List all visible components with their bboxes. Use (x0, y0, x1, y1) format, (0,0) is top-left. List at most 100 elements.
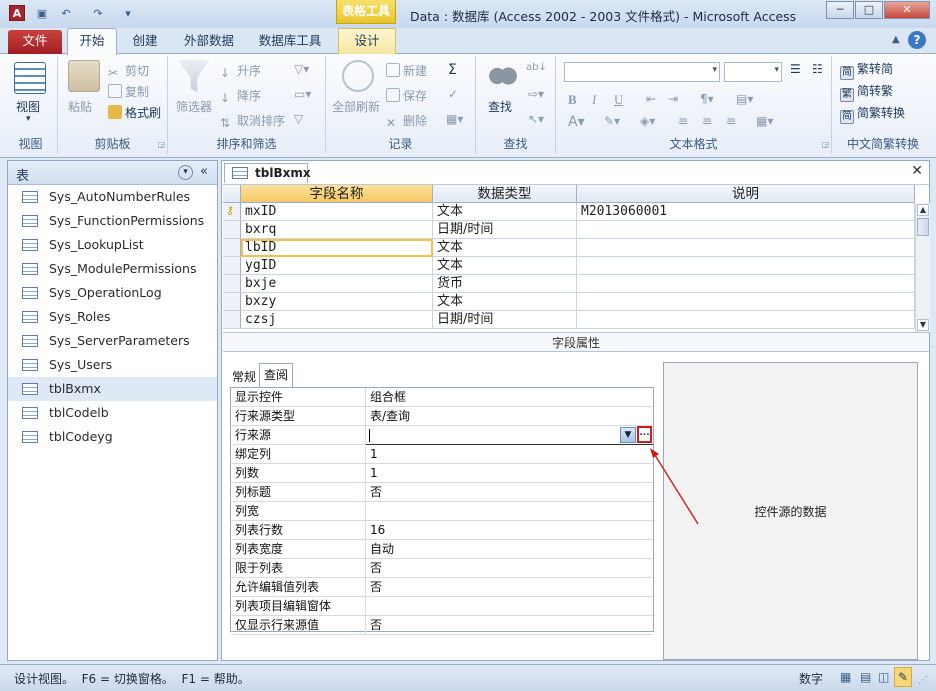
toggle-filter-icon[interactable]: ▽ (294, 112, 303, 126)
property-value[interactable] (366, 597, 653, 616)
pivotchart-view-icon[interactable]: ◫ (878, 670, 889, 684)
property-value[interactable]: 1 (366, 445, 653, 464)
find-button[interactable]: 查找 (488, 98, 512, 115)
cell-type[interactable]: 文本 (433, 293, 577, 311)
text-highlight-icon[interactable]: ✎▾ (604, 114, 620, 128)
nav-header[interactable]: 表 ▾ « (8, 161, 217, 185)
row-selector[interactable] (223, 275, 241, 293)
chevron-down-icon[interactable]: ▾ (712, 65, 717, 75)
cell-desc[interactable] (577, 221, 915, 239)
replace-icon[interactable]: ab↓ (526, 62, 547, 73)
copy-button[interactable]: 复制 (108, 83, 149, 100)
font-color-icon[interactable]: A▾ (568, 114, 585, 130)
design-view-icon[interactable]: ✎ (894, 667, 912, 687)
align-center-icon[interactable]: ≡ (702, 114, 712, 128)
cell-name[interactable]: bxje (241, 275, 433, 293)
underline-button[interactable]: U (614, 92, 623, 108)
refresh-all-button[interactable]: 全部刷新 (332, 98, 380, 115)
property-value[interactable]: 自动 (366, 540, 653, 559)
nav-item-sys-modulepermissions[interactable]: Sys_ModulePermissions (8, 257, 217, 281)
clear-sort-button[interactable]: ⇅ 取消排序 (220, 112, 285, 130)
more-records-icon[interactable]: ▦▾ (446, 112, 463, 126)
selection-filter-icon[interactable]: ▽▾ (294, 62, 309, 76)
view-dropdown-icon[interactable]: ▾ (26, 114, 31, 124)
row-selector[interactable] (223, 221, 241, 239)
undo-icon[interactable]: ↶ (58, 6, 74, 22)
cell-desc[interactable] (577, 239, 915, 257)
col-header-data-type[interactable]: 数据类型 (433, 185, 577, 203)
ltr-icon[interactable]: ¶▾ (700, 92, 714, 106)
grid-scrollbar[interactable]: ▲ ▼ (915, 203, 930, 333)
property-value[interactable] (366, 502, 653, 521)
advanced-filter-icon[interactable]: ▭▾ (294, 87, 311, 101)
to-simplified-button[interactable]: 简繁转简 (840, 60, 893, 80)
paste-button[interactable]: 粘贴 (68, 98, 92, 115)
tab-lookup[interactable]: 查阅 (259, 363, 293, 387)
property-value[interactable]: 1 (366, 464, 653, 483)
chevron-down-icon[interactable]: ▾ (774, 65, 779, 75)
select-icon[interactable]: ↖▾ (528, 112, 544, 126)
nav-item-sys-autonumberrules[interactable]: Sys_AutoNumberRules (8, 185, 217, 209)
cell-name[interactable]: lbID (241, 239, 433, 257)
nav-item-sys-roles[interactable]: Sys_Roles (8, 305, 217, 329)
cell-name[interactable]: ygID (241, 257, 433, 275)
minimize-button[interactable]: ─ (826, 1, 854, 19)
convert-button[interactable]: 简简繁转换 (840, 104, 905, 124)
tab-design[interactable]: 设计 (338, 28, 396, 54)
close-button[interactable]: ✕ (884, 1, 930, 19)
format-painter-button[interactable]: 格式刷 (108, 104, 161, 121)
nav-item-sys-serverparameters[interactable]: Sys_ServerParameters (8, 329, 217, 353)
gridlines-icon[interactable]: ▦▾ (756, 114, 773, 128)
access-app-icon[interactable]: A (9, 5, 25, 21)
row-selector[interactable] (223, 311, 241, 329)
cell-type[interactable]: 文本 (433, 239, 577, 257)
font-name-combo[interactable]: ▾ (564, 62, 720, 82)
maximize-button[interactable]: □ (855, 1, 883, 19)
property-value[interactable]: 否 (366, 559, 653, 578)
font-size-combo[interactable]: ▾ (724, 62, 782, 82)
indent-increase-icon[interactable]: ⇥ (668, 92, 678, 106)
scroll-down-icon[interactable]: ▼ (917, 319, 929, 331)
indent-decrease-icon[interactable]: ⇤ (646, 92, 656, 106)
nav-item-tblcodelb[interactable]: tblCodelb (8, 401, 217, 425)
doc-tab-tblbxmx[interactable]: tblBxmx (224, 163, 311, 183)
property-value[interactable]: 否 (366, 578, 653, 597)
property-value[interactable]: 否 (366, 483, 653, 502)
cell-name[interactable]: bxrq (241, 221, 433, 239)
col-header-description[interactable]: 说明 (577, 185, 915, 203)
tab-external-data[interactable]: 外部数据 (176, 29, 242, 54)
datasheet-view-icon[interactable]: ▦ (840, 670, 851, 684)
save-icon[interactable]: ▣ (34, 6, 50, 22)
bullets-icon[interactable]: ☰ (790, 62, 801, 76)
nav-item-tblbxmx[interactable]: tblBxmx (8, 377, 217, 401)
to-traditional-button[interactable]: 繁简转繁 (840, 82, 893, 102)
nav-menu-chevron-icon[interactable]: ▾ (178, 165, 193, 180)
italic-button[interactable]: I (592, 92, 596, 108)
redo-icon[interactable]: ↷ (90, 6, 106, 22)
shutter-collapse-icon[interactable]: « (200, 164, 208, 179)
nav-item-tblcodeyg[interactable]: tblCodeyg (8, 425, 217, 449)
bold-button[interactable]: B (568, 92, 577, 108)
cell-type[interactable]: 日期/时间 (433, 221, 577, 239)
cell-type[interactable]: 文本 (433, 203, 577, 221)
row-source-dropdown-icon[interactable]: ▼ (620, 427, 636, 443)
align-right-icon[interactable]: ≡ (726, 114, 736, 128)
nav-item-sys-lookuplist[interactable]: Sys_LookupList (8, 233, 217, 257)
align-left-icon[interactable]: ≡ (678, 114, 688, 128)
highlight-icon[interactable]: ▤▾ (736, 92, 753, 106)
tab-create[interactable]: 创建 (122, 29, 168, 54)
cell-desc[interactable] (577, 293, 915, 311)
cell-name[interactable]: czsj (241, 311, 433, 329)
tab-file[interactable]: 文件 (8, 30, 62, 54)
filter-button[interactable]: 筛选器 (176, 98, 212, 115)
help-icon[interactable]: ? (908, 31, 926, 49)
property-value[interactable] (366, 426, 653, 445)
numbering-icon[interactable]: ☷ (812, 62, 823, 76)
sort-descending-button[interactable]: ↓ 降序 (220, 87, 261, 105)
cell-type[interactable]: 文本 (433, 257, 577, 275)
cell-desc[interactable] (577, 257, 915, 275)
new-record-button[interactable]: 新建 (386, 62, 427, 79)
pivottable-view-icon[interactable]: ▤ (860, 670, 871, 684)
close-doc-icon[interactable]: ✕ (911, 163, 923, 179)
fill-color-icon[interactable]: ◈▾ (640, 114, 655, 128)
